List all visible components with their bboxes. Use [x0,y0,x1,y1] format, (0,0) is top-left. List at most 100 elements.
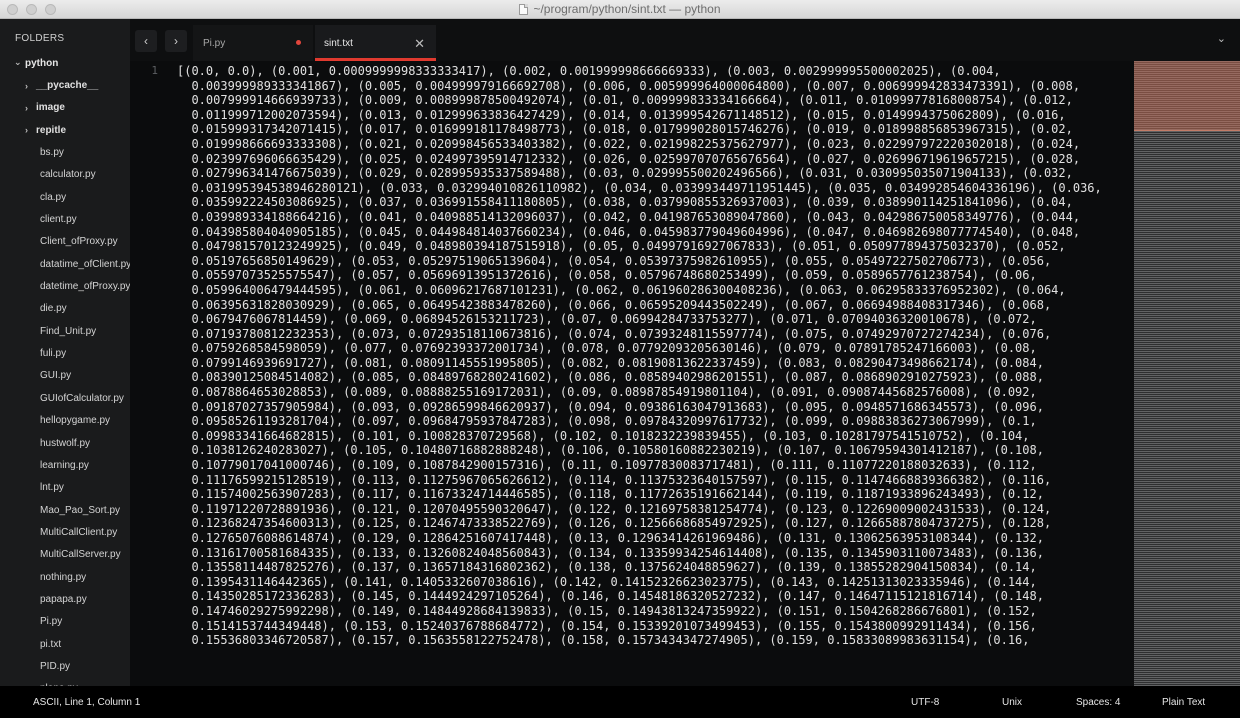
folder-label: __pycache__ [36,80,99,92]
file-item[interactable]: GUIofCalculator.py [0,387,130,409]
close-tab-icon[interactable]: ✕ [414,36,425,52]
tab-menu-button[interactable]: ⌄ [1217,32,1226,45]
zoom-window-button[interactable] [45,4,56,15]
file-label: pi.txt [40,638,62,650]
tab-bar: ‹ › Pi.py sint.txt ✕ ⌄ [130,19,1240,61]
code-line: 0.13558114487825276), (0.137, 0.13657184… [177,560,1037,575]
line-endings-selector[interactable]: Unix [1002,697,1022,708]
minimize-window-button[interactable] [26,4,37,15]
folder-label: repitle [36,124,67,136]
file-item[interactable]: learning.py [0,454,130,476]
file-item[interactable]: datetime_ofProxy.py [0,275,130,297]
code-line: 0.15536803346720587), (0.157, 0.15635581… [177,633,1030,648]
code-content[interactable]: [(0.0, 0.0), (0.001, 0.00099999983333334… [177,64,1102,648]
file-label: PID.py [40,660,71,672]
code-line: 0.09983341664682815), (0.101, 0.10082837… [177,428,1030,443]
file-label: nothing.py [40,571,87,583]
folder-repitle[interactable]: › repitle [0,119,130,141]
minimap-content [1134,61,1240,686]
file-item[interactable]: Find_Unit.py [0,320,130,342]
code-line: 0.11176599215128519), (0.113, 0.11275967… [177,472,1052,487]
file-item[interactable]: Client_ofProxy.py [0,231,130,253]
encoding-selector[interactable]: UTF-8 [911,697,939,708]
code-line: 0.003999989333341867), (0.005, 0.0049999… [177,78,1081,93]
file-item[interactable]: GUI.py [0,365,130,387]
editor[interactable]: 1 [(0.0, 0.0), (0.001, 0.000999999833333… [130,61,1134,686]
code-line: 0.14350285172336283), (0.145, 0.14449242… [177,589,1044,604]
window-controls [7,4,56,15]
file-label: GUIofCalculator.py [40,392,124,404]
code-line: 0.027996341476675039), (0.029, 0.0289959… [177,166,1073,181]
file-item[interactable]: client.py [0,208,130,230]
code-line: 0.0679476067814459), (0.069, 0.068945261… [177,312,1037,327]
file-label: GUI.py [40,370,72,382]
code-line: 0.015999317342071415), (0.017, 0.0169991… [177,122,1073,137]
code-line: 0.047981570123249925), (0.049, 0.0489803… [177,239,1066,254]
file-item[interactable]: papapa.py [0,588,130,610]
cursor-position: ASCII, Line 1, Column 1 [33,697,141,708]
syntax-selector[interactable]: Plain Text [1162,697,1205,708]
window-title: ~/program/python/sint.txt — python [533,2,721,16]
file-item[interactable]: die.py [0,298,130,320]
file-item[interactable]: fuli.py [0,342,130,364]
folder-label: image [36,102,65,114]
file-label: die.py [40,303,67,315]
sidebar: FOLDERS ⌄ python › __pycache__ › image ›… [0,19,130,686]
code-line: 0.08390125084514082), (0.085, 0.08489768… [177,370,1044,385]
file-item[interactable]: datatime_ofClient.py [0,253,130,275]
code-line: 0.09187027357905984), (0.093, 0.09286599… [177,399,1044,414]
code-line: [(0.0, 0.0), (0.001, 0.00099999983333334… [177,64,1001,78]
code-line: 0.1395431146442365), (0.141, 0.140533260… [177,574,1037,589]
tab-sint-txt[interactable]: sint.txt ✕ [315,25,436,61]
file-item[interactable]: cla.py [0,186,130,208]
folder-pycache[interactable]: › __pycache__ [0,74,130,96]
file-label: hustwolf.py [40,437,91,449]
collapsed-arrow-icon: › [25,102,28,113]
file-label: Pi.py [40,616,63,628]
file-item[interactable]: hellopygame.py [0,410,130,432]
file-item[interactable]: lnt.py [0,477,130,499]
code-line: 0.0878864653028853), (0.089, 0.088882551… [177,385,1037,400]
code-line: 0.14746029275992298), (0.149, 0.14844928… [177,603,1037,618]
code-line: 0.043985804040905185), (0.045, 0.0449848… [177,224,1081,239]
minimap-viewport[interactable] [1134,61,1240,131]
file-item[interactable]: calculator.py [0,164,130,186]
file-item[interactable]: MultiCallClient.py [0,521,130,543]
code-line: 0.039989334188664216), (0.041, 0.0409885… [177,209,1081,224]
back-button[interactable]: ‹ [135,30,157,52]
close-window-button[interactable] [7,4,18,15]
file-label: papapa.py [40,593,87,605]
file-item[interactable]: hustwolf.py [0,432,130,454]
code-line: 0.06395631828030929), (0.065, 0.06495423… [177,297,1052,312]
code-line: 0.035992224503086925), (0.037, 0.0369915… [177,195,1073,210]
file-item[interactable]: nothing.py [0,566,130,588]
document-icon [519,3,529,15]
folder-label: python [25,57,59,69]
indentation-selector[interactable]: Spaces: 4 [1076,697,1120,708]
file-item[interactable]: pi.txt [0,633,130,655]
folder-python[interactable]: ⌄ python [0,52,130,74]
file-label: MultiCallServer.py [40,549,121,561]
code-line: 0.007999914666939733), (0.009, 0.0089998… [177,93,1073,108]
code-line: 0.031995394538946280121), (0.033, 0.0329… [177,180,1102,195]
file-item[interactable]: PID.py [0,655,130,677]
folders-heading: FOLDERS [15,33,65,44]
file-item[interactable]: Pi.py [0,611,130,633]
file-item[interactable]: bs.py [0,141,130,163]
tab-label: sint.txt [324,37,353,49]
code-line: 0.11971220728891936), (0.121, 0.12070495… [177,501,1052,516]
file-label: Client_ofProxy.py [40,236,118,248]
file-label: calculator.py [40,169,96,181]
folder-image[interactable]: › image [0,97,130,119]
file-item[interactable]: MultiCallServer.py [0,544,130,566]
minimap[interactable] [1134,61,1240,686]
unsaved-dot-icon[interactable] [296,40,301,45]
code-line: 0.1514153744349448), (0.153, 0.152403767… [177,618,1037,633]
file-item[interactable]: plane.py [0,678,130,686]
file-item[interactable]: Mao_Pao_Sort.py [0,499,130,521]
tab-pi-py[interactable]: Pi.py [193,25,313,61]
chevron-down-icon: ⌄ [1216,33,1226,45]
code-line: 0.09585261193281704), (0.097, 0.09684795… [177,414,1037,429]
forward-button[interactable]: › [165,30,187,52]
code-line: 0.12368247354600313), (0.125, 0.12467473… [177,516,1052,531]
